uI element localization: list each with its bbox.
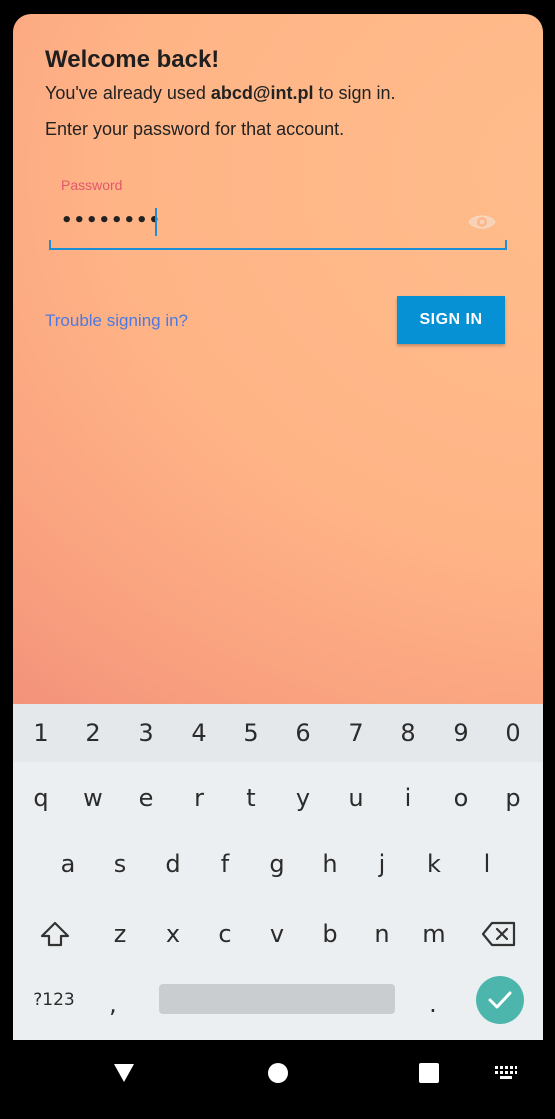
number-row: 1 2 3 4 5 6 7 8 9 0 xyxy=(13,704,543,762)
key-z[interactable]: z xyxy=(94,906,146,962)
password-value: •••••••• xyxy=(61,210,162,231)
key-y[interactable]: y xyxy=(277,770,329,826)
password-label: Password xyxy=(61,177,123,193)
password-input[interactable]: •••••••• xyxy=(49,202,507,250)
key-x[interactable]: x xyxy=(147,906,199,962)
key-1[interactable]: 1 xyxy=(15,705,67,761)
key-o[interactable]: o xyxy=(435,770,487,826)
key-v[interactable]: v xyxy=(251,906,303,962)
comma-key[interactable]: , xyxy=(93,976,133,1032)
key-e[interactable]: e xyxy=(120,770,172,826)
backspace-icon[interactable] xyxy=(473,906,525,962)
key-h[interactable]: h xyxy=(304,836,356,892)
key-a[interactable]: a xyxy=(42,836,94,892)
key-k[interactable]: k xyxy=(408,836,460,892)
text-cursor xyxy=(155,208,157,236)
key-i[interactable]: i xyxy=(382,770,434,826)
sign-in-button[interactable]: SIGN IN xyxy=(397,296,505,344)
navigation-bar xyxy=(13,1040,543,1119)
key-6[interactable]: 6 xyxy=(277,705,329,761)
email-notice-prefix: You've already used xyxy=(45,83,211,103)
back-triangle-icon[interactable] xyxy=(94,1040,154,1106)
key-p[interactable]: p xyxy=(487,770,539,826)
key-s[interactable]: s xyxy=(94,836,146,892)
key-j[interactable]: j xyxy=(356,836,408,892)
email-address: abcd@int.pl xyxy=(210,83,314,103)
key-c[interactable]: c xyxy=(199,906,251,962)
key-m[interactable]: m xyxy=(408,906,460,962)
key-5[interactable]: 5 xyxy=(225,705,277,761)
page-title: Welcome back! xyxy=(45,46,220,73)
key-n[interactable]: n xyxy=(356,906,408,962)
key-b[interactable]: b xyxy=(304,906,356,962)
key-3[interactable]: 3 xyxy=(120,705,172,761)
soft-keyboard: 1 2 3 4 5 6 7 8 9 0 q w e r t y u i o p … xyxy=(13,704,543,1040)
key-4[interactable]: 4 xyxy=(173,705,225,761)
email-notice-suffix: to sign in. xyxy=(313,83,396,103)
key-t[interactable]: t xyxy=(225,770,277,826)
key-l[interactable]: l xyxy=(461,836,513,892)
key-7[interactable]: 7 xyxy=(330,705,382,761)
home-circle-icon[interactable] xyxy=(248,1040,308,1106)
recents-square-icon[interactable] xyxy=(399,1040,459,1106)
eye-icon[interactable] xyxy=(467,210,497,234)
keyboard-switch-icon[interactable] xyxy=(476,1040,536,1106)
symbols-key[interactable]: ?123 xyxy=(27,972,81,1028)
key-u[interactable]: u xyxy=(330,770,382,826)
password-instruction: Enter your password for that account. xyxy=(45,119,345,139)
key-q[interactable]: q xyxy=(15,770,67,826)
key-d[interactable]: d xyxy=(147,836,199,892)
key-0[interactable]: 0 xyxy=(487,705,539,761)
key-g[interactable]: g xyxy=(251,836,303,892)
key-9[interactable]: 9 xyxy=(435,705,487,761)
spacebar[interactable] xyxy=(159,984,395,1014)
checkmark-icon[interactable] xyxy=(476,976,524,1024)
key-f[interactable]: f xyxy=(199,836,251,892)
device-screen: Welcome back! You've already used abcd@i… xyxy=(13,14,543,1119)
shift-icon[interactable] xyxy=(29,906,81,962)
trouble-signing-in-link[interactable]: Trouble signing in? xyxy=(45,311,188,331)
key-8[interactable]: 8 xyxy=(382,705,434,761)
key-2[interactable]: 2 xyxy=(67,705,119,761)
key-r[interactable]: r xyxy=(173,770,225,826)
sign-in-screen: Welcome back! You've already used abcd@i… xyxy=(13,14,543,704)
key-w[interactable]: w xyxy=(67,770,119,826)
email-notice: You've already used abcd@int.pl to sign … xyxy=(45,83,396,104)
period-key[interactable]: . xyxy=(413,976,453,1032)
